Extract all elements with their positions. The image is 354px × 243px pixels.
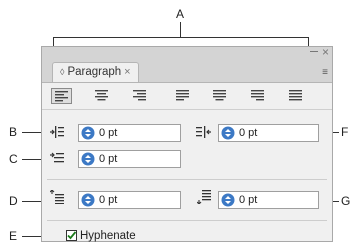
justify-last-right-icon <box>251 90 264 101</box>
space-after-value: 0 pt <box>239 194 258 206</box>
align-right-icon <box>133 90 146 101</box>
callout-d: D <box>9 194 18 208</box>
checkmark-icon <box>67 231 77 240</box>
left-indent-spinner-icon[interactable] <box>81 126 95 140</box>
section-divider <box>47 179 327 180</box>
align-left-icon <box>55 91 68 102</box>
callout-f: F <box>341 125 349 139</box>
callout-e: E <box>9 229 18 243</box>
justify-last-center-icon <box>213 90 226 101</box>
first-line-indent-field[interactable]: 0 pt <box>78 150 181 168</box>
left-indent-field[interactable]: 0 pt <box>78 124 181 142</box>
callout-c: C <box>9 152 18 166</box>
right-indent-field[interactable]: 0 pt <box>218 124 319 142</box>
callout-a: A <box>176 7 185 21</box>
paragraph-panel: ◊ Paragraph × × ≡ 0 pt 0 pt 0 pt 0 pt 0 … <box>41 45 333 242</box>
right-indent-icon <box>196 126 211 138</box>
space-after-field[interactable]: 0 pt <box>218 191 319 209</box>
justify-last-right-button[interactable] <box>247 88 268 104</box>
space-before-field[interactable]: 0 pt <box>78 191 181 209</box>
space-after-icon <box>197 190 211 204</box>
panel-close-icon[interactable]: × <box>322 45 329 59</box>
justify-last-center-button[interactable] <box>209 88 230 104</box>
callout-b: B <box>9 125 18 139</box>
align-left-button[interactable] <box>51 88 72 104</box>
minimize-icon[interactable] <box>310 51 318 52</box>
alignment-button-row <box>42 83 332 110</box>
callout-a-leader <box>180 22 181 37</box>
tab-paragraph[interactable]: ◊ Paragraph × <box>52 62 139 82</box>
tab-collapse-icon[interactable]: ◊ <box>60 67 64 77</box>
right-indent-value: 0 pt <box>239 127 258 139</box>
left-indent-value: 0 pt <box>99 127 118 139</box>
space-before-spinner-icon[interactable] <box>81 193 95 207</box>
align-center-icon <box>95 90 108 101</box>
space-before-value: 0 pt <box>99 194 118 206</box>
align-right-button[interactable] <box>129 88 150 104</box>
justify-last-left-icon <box>176 90 189 101</box>
hyphenate-checkbox[interactable] <box>66 230 77 241</box>
tab-label: Paragraph <box>67 66 122 78</box>
space-before-icon <box>50 190 64 204</box>
align-center-button[interactable] <box>91 88 112 104</box>
first-line-indent-spinner-icon[interactable] <box>81 152 95 166</box>
space-after-spinner-icon[interactable] <box>221 193 235 207</box>
panel-menu-icon[interactable]: ≡ <box>322 67 328 78</box>
hyphenate-label[interactable]: Hyphenate <box>80 230 136 242</box>
justify-all-icon <box>289 90 302 101</box>
right-indent-spinner-icon[interactable] <box>221 126 235 140</box>
panel-tab-strip: ◊ Paragraph × × ≡ <box>42 45 332 83</box>
first-line-indent-icon <box>50 152 64 163</box>
callout-g: G <box>341 194 351 208</box>
first-line-indent-value: 0 pt <box>99 153 118 165</box>
callout-a-bracket <box>53 37 309 38</box>
section-divider-2 <box>47 220 327 221</box>
justify-all-button[interactable] <box>285 88 306 104</box>
justify-last-left-button[interactable] <box>172 88 193 104</box>
tab-close-icon[interactable]: × <box>124 66 130 78</box>
left-indent-icon <box>50 126 64 138</box>
